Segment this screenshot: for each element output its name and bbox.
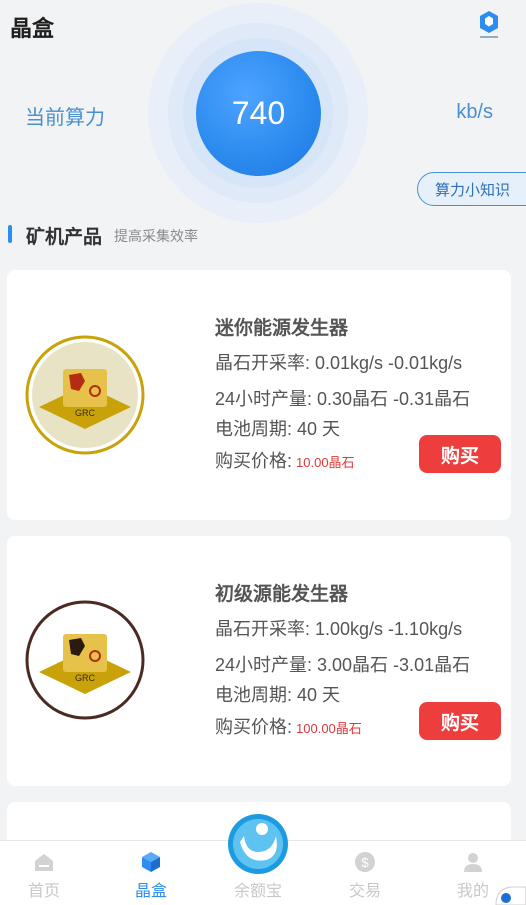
power-value: 740 [231,95,286,131]
tab-crystal-box[interactable]: 晶盒 [111,841,191,905]
user-icon [464,853,482,872]
product-output: 24小时产量: 0.30晶石 -0.31晶石 [215,389,471,409]
price-label: 购买价格: [215,451,293,471]
product-card: GRC 迷你能源发生器 晶石开采率: 0.01kg/s -0.01kg/s 24… [7,270,511,520]
product-price: 购买价格: 100.00晶石 [215,713,362,739]
product-name: 初级源能发生器 [215,584,349,605]
product-card: GRC 初级源能发生器 晶石开采率: 1.00kg/s -1.10kg/s 24… [7,536,511,786]
product-output: 24小时产量: 3.00晶石 -3.01晶石 [215,655,471,675]
product-battery: 电池周期: 40 天 [215,685,341,705]
power-value-circle: 740 [196,51,321,176]
tab-balance-treasure-label[interactable]: 余额宝 [218,877,298,901]
corner-widget-icon [495,886,526,905]
wallet-logo-icon[interactable] [226,812,290,876]
section-subtitle: 提高采集效率 [114,228,198,244]
section-title: 矿机产品 [26,227,103,248]
section-header: 矿机产品 提高采集效率 [0,220,526,250]
power-panel: 740 当前算力 kb/s 算力小知识 [0,0,526,223]
grc-badge-icon: GRC [25,335,145,455]
power-unit: kb/s [456,101,493,123]
power-tips-button[interactable]: 算力小知识 [417,172,526,206]
badge-text: GRC [75,673,96,683]
price-label: 购买价格: [215,717,293,737]
badge-text: GRC [75,408,96,418]
tab-trade[interactable]: $ 交易 [325,841,405,905]
section-accent-bar [8,225,12,243]
grc-badge-icon: GRC [25,600,145,720]
price-value: 100.00晶石 [296,721,362,736]
power-label: 当前算力 [25,107,105,129]
product-battery: 电池周期: 40 天 [215,419,341,439]
svg-text:$: $ [361,855,369,870]
home-icon [35,854,53,871]
product-rate: 晶石开采率: 0.01kg/s -0.01kg/s [215,353,463,373]
product-price: 购买价格: 10.00晶石 [215,447,355,473]
price-value: 10.00晶石 [296,455,355,470]
buy-button[interactable]: 购买 [419,435,501,473]
cube-icon [142,852,160,872]
tab-label: 首页 [27,883,60,900]
buy-button[interactable]: 购买 [419,702,501,740]
tab-label: 交易 [348,883,381,900]
dollar-icon: $ [355,852,375,872]
tab-label: 晶盒 [134,883,167,900]
tab-home[interactable]: 首页 [4,841,84,905]
product-rate: 晶石开采率: 1.00kg/s -1.10kg/s [215,619,463,639]
product-name: 迷你能源发生器 [215,318,349,339]
